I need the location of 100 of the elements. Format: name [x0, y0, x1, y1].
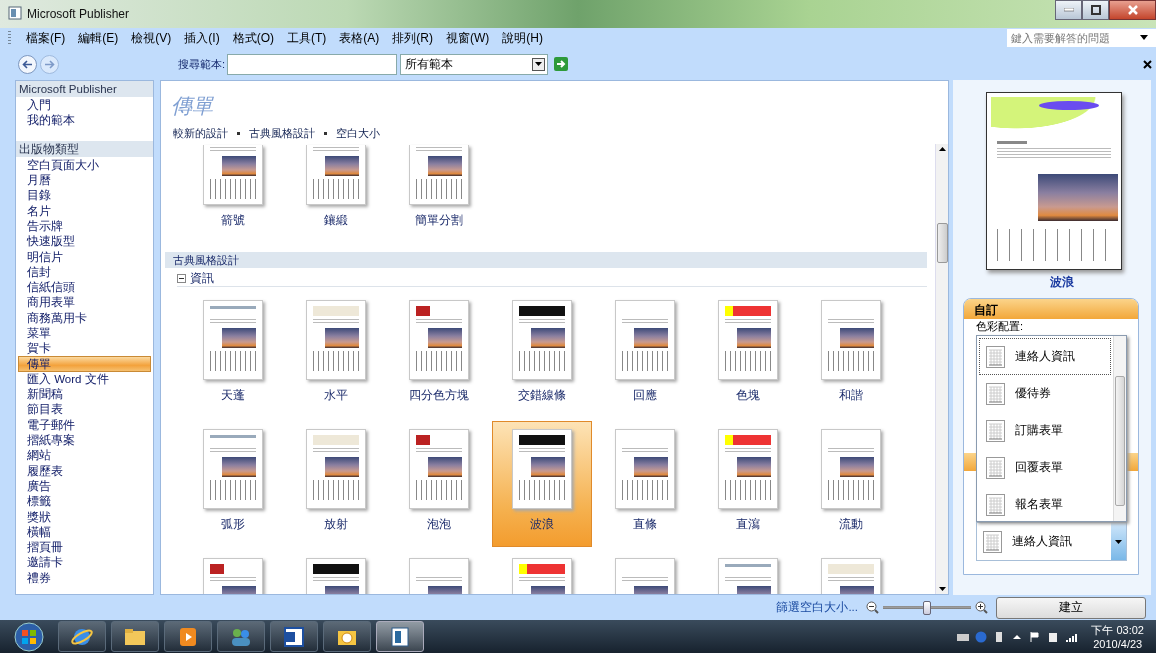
- scrollbar[interactable]: [935, 144, 948, 594]
- start-button[interactable]: [12, 621, 46, 652]
- dropdown-option[interactable]: 訂購表單: [979, 412, 1111, 449]
- template-tile[interactable]: 箭號: [183, 144, 283, 252]
- category-item[interactable]: 快速版型: [18, 234, 151, 250]
- category-link[interactable]: 古典風格設計: [249, 125, 315, 141]
- window-title: Microsoft Publisher: [27, 7, 130, 21]
- category-item[interactable]: 目錄: [18, 188, 151, 204]
- group-toggle-icon[interactable]: [177, 273, 186, 283]
- scope-dropdown[interactable]: 所有範本: [400, 53, 549, 75]
- go-arrow-icon[interactable]: [554, 57, 569, 71]
- group-label: 資訊: [190, 270, 214, 286]
- help-search-field[interactable]: 鍵入需要解答的問題: [1007, 29, 1156, 47]
- scroll-down-arrow-icon[interactable]: [938, 587, 946, 591]
- category-item[interactable]: 新聞稿: [18, 387, 151, 403]
- help-icon[interactable]: [975, 630, 988, 643]
- taskbar-app-button[interactable]: [323, 621, 371, 652]
- template-tile[interactable]: 交錯線條: [492, 292, 592, 418]
- dropdown-option[interactable]: 回覆表單: [979, 449, 1111, 486]
- taskbar-app-button[interactable]: [111, 621, 159, 652]
- category-item[interactable]: 電子郵件: [18, 417, 151, 433]
- category-item[interactable]: 摺頁冊: [18, 540, 151, 556]
- taskbar-app-button[interactable]: [164, 621, 212, 652]
- scroll-thumb[interactable]: [936, 223, 948, 263]
- category-item[interactable]: 空白頁面大小: [18, 157, 151, 173]
- menu-item[interactable]: 格式(O): [227, 29, 282, 47]
- category-item[interactable]: 廣告: [18, 478, 151, 495]
- category-item[interactable]: 履歷表: [18, 463, 151, 479]
- flag-icon[interactable]: [1029, 630, 1042, 643]
- category-item[interactable]: 信紙信頭: [18, 279, 151, 296]
- menu-item[interactable]: 檢視(V): [126, 29, 180, 47]
- menu-item[interactable]: 表格(A): [334, 29, 388, 47]
- template-tile[interactable]: 直瀉: [698, 421, 798, 547]
- zoom-out-icon[interactable]: [866, 601, 879, 614]
- category-item[interactable]: 告示牌: [18, 218, 151, 235]
- template-tile[interactable]: 色塊: [698, 292, 798, 418]
- category-item[interactable]: 摺紙專案: [18, 432, 151, 449]
- minimize-button[interactable]: [1055, 0, 1082, 20]
- clock[interactable]: 下午 03:02 2010/4/23: [1091, 622, 1144, 651]
- scrollbar[interactable]: [1113, 336, 1126, 521]
- search-field[interactable]: [227, 53, 398, 75]
- category-item[interactable]: 禮券: [18, 570, 151, 586]
- category-item[interactable]: 傳單: [18, 356, 151, 372]
- category-item[interactable]: 信封: [18, 264, 151, 280]
- menu-item[interactable]: 插入(I): [179, 29, 228, 47]
- category-item[interactable]: 賀卡: [18, 341, 151, 357]
- close-icon[interactable]: [1143, 59, 1152, 69]
- template-tile[interactable]: 水平: [286, 292, 386, 418]
- dropdown-option[interactable]: 優待券: [979, 375, 1111, 412]
- category-item[interactable]: 月曆: [18, 172, 151, 189]
- zoom-in-icon[interactable]: [975, 601, 988, 614]
- create-button[interactable]: 建立: [996, 596, 1146, 619]
- category-item[interactable]: 明信片: [18, 249, 151, 265]
- category-link[interactable]: 較新的設計: [173, 125, 228, 141]
- category-item[interactable]: 節目表: [18, 402, 151, 418]
- category-item[interactable]: 匯入 Word 文件: [18, 371, 151, 388]
- dropdown-option[interactable]: 連絡人資訊: [979, 338, 1111, 375]
- category-item[interactable]: 名片: [18, 203, 151, 219]
- category-item[interactable]: 入門: [18, 98, 151, 114]
- category-item[interactable]: 橫幅: [18, 524, 151, 540]
- category-item[interactable]: 商務萬用卡: [18, 310, 151, 326]
- taskbar-app-button[interactable]: [270, 621, 318, 652]
- filter-link[interactable]: 篩選空白大小...: [776, 600, 858, 615]
- category-item[interactable]: 商用表單: [18, 295, 151, 311]
- taskbar-app-button[interactable]: [376, 621, 424, 652]
- menu-item[interactable]: 排列(R): [387, 29, 441, 47]
- template-tile[interactable]: 和諧: [801, 292, 901, 418]
- template-tile[interactable]: 天蓬: [183, 292, 283, 418]
- color-scheme-dropdown[interactable]: 連絡人資訊: [976, 522, 1127, 561]
- restore-button[interactable]: [1082, 0, 1109, 20]
- category-item[interactable]: 邀請卡: [18, 555, 151, 571]
- template-tile[interactable]: 流動: [801, 421, 901, 547]
- template-tile[interactable]: 放射: [286, 421, 386, 547]
- scroll-thumb[interactable]: [1115, 376, 1125, 506]
- template-tile[interactable]: 泡泡: [389, 421, 489, 547]
- category-item[interactable]: 網站: [18, 448, 151, 464]
- menu-item[interactable]: 工具(T): [282, 29, 335, 47]
- template-tile[interactable]: 四分色方塊: [389, 292, 489, 418]
- menu-item[interactable]: 說明(H): [497, 29, 551, 47]
- scroll-up-arrow-icon[interactable]: [938, 147, 946, 151]
- menu-item[interactable]: 視窗(W): [441, 29, 498, 47]
- category-item[interactable]: 標籤: [18, 494, 151, 510]
- template-tile[interactable]: 回應: [595, 292, 695, 418]
- template-tile[interactable]: 鑲緞: [286, 144, 386, 252]
- category-link[interactable]: 空白大小: [336, 125, 380, 141]
- category-item[interactable]: 我的範本: [18, 113, 151, 129]
- template-tile[interactable]: 簡單分割: [389, 144, 489, 252]
- dropdown-arrow-icon: [1140, 35, 1148, 40]
- menu-item[interactable]: 檔案(F): [21, 29, 74, 47]
- close-button[interactable]: [1109, 0, 1156, 20]
- dropdown-option[interactable]: 報名表單: [979, 486, 1111, 523]
- taskbar-app-button[interactable]: [58, 621, 106, 652]
- gallery-title: 傳單: [171, 93, 215, 119]
- back-button[interactable]: [18, 54, 37, 74]
- category-item[interactable]: 獎狀: [18, 509, 151, 525]
- menu-item[interactable]: 編輯(E): [73, 29, 127, 47]
- category-item[interactable]: 菜單: [18, 325, 151, 342]
- template-tile[interactable]: 直條: [595, 421, 695, 547]
- template-tile[interactable]: 弧形: [183, 421, 283, 547]
- template-tile[interactable]: 波浪: [492, 421, 592, 547]
